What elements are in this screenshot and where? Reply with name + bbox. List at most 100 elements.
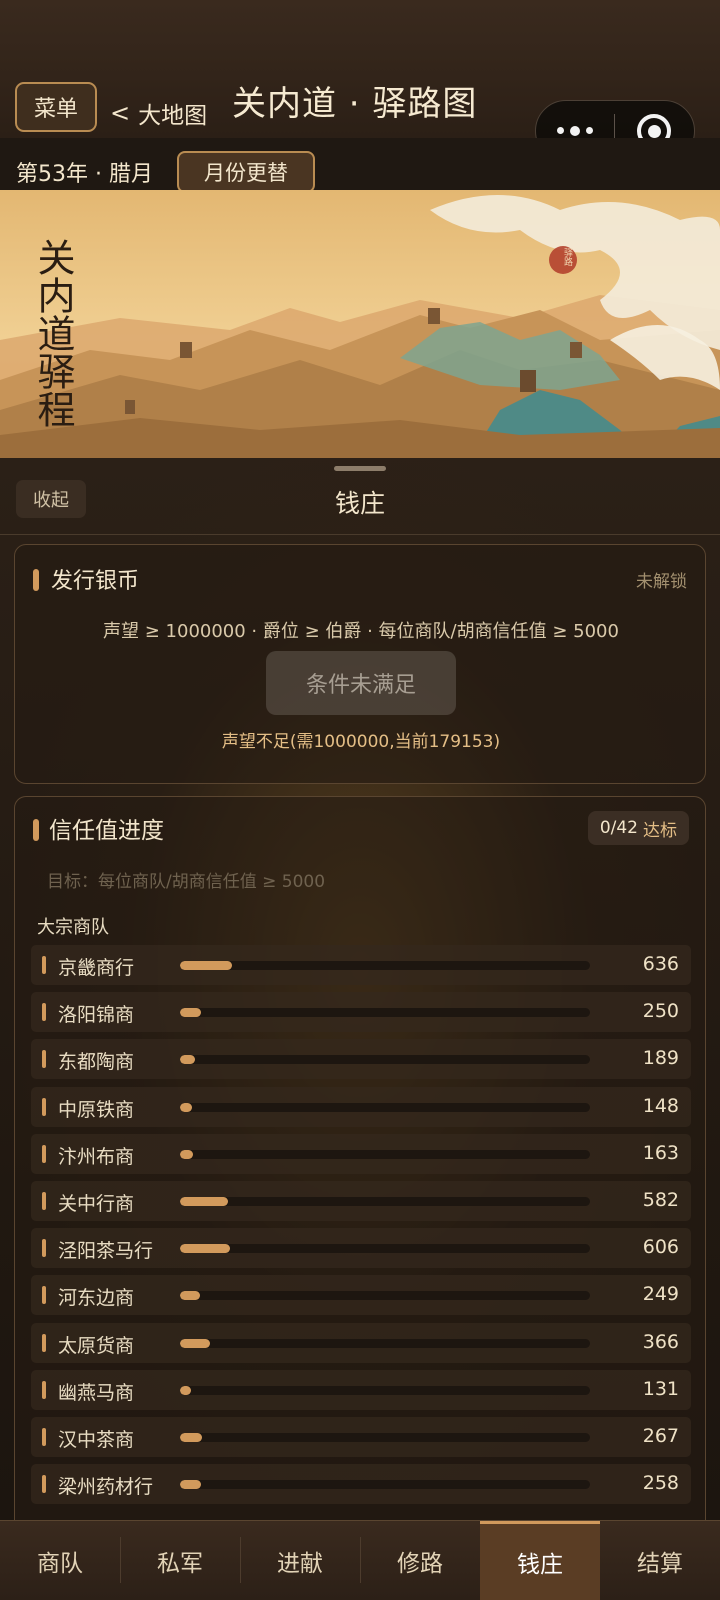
row-marker (42, 1192, 46, 1210)
trust-value: 636 (642, 953, 679, 975)
trust-bar (180, 1008, 590, 1018)
merchant-name: 汉中茶商 (58, 1429, 135, 1451)
tab-1[interactable]: 私军 (120, 1521, 240, 1600)
trust-bar (180, 1055, 590, 1065)
trust-bar-fill (180, 1480, 201, 1490)
merchant-row[interactable]: 中原铁商 148 (31, 1086, 691, 1127)
chevron-left-icon: < (110, 99, 131, 127)
trust-value: 582 (642, 1189, 679, 1211)
back-to-map-link[interactable]: < 大地图 (110, 88, 207, 138)
row-marker (42, 1003, 46, 1022)
trust-value: 606 (642, 1236, 679, 1259)
merchant-name: 幽燕马商 (58, 1381, 135, 1404)
trust-value: 250 (642, 1000, 679, 1023)
trust-value: 258 (642, 1472, 679, 1495)
section-marker (33, 819, 39, 841)
trust-bar-fill (180, 1244, 230, 1254)
region-banner: 关内道驿程 驿路 (0, 190, 720, 458)
trust-goal: 目标：每位商队/胡商信任值 ≥ 5000 (47, 872, 326, 892)
row-marker (42, 1144, 46, 1163)
row-marker (42, 1475, 46, 1494)
menu-button[interactable]: 菜单 (15, 82, 97, 132)
issue-coin-card: 发行银币 未解锁 声望 ≥ 1000000 · 爵位 ≥ 伯爵 · 每位商队/胡… (14, 544, 706, 784)
issue-coin-button[interactable]: 条件未满足 (266, 651, 456, 715)
trust-bar-fill (180, 1197, 228, 1206)
merchant-name: 洛阳锦商 (58, 1004, 135, 1027)
merchant-row[interactable]: 京畿商行 636 (31, 945, 691, 985)
page-title: 关内道 · 驿路图 (232, 84, 478, 124)
panel-divider (0, 534, 720, 535)
row-marker (42, 1286, 46, 1305)
merchant-name: 关中行商 (58, 1193, 135, 1215)
trust-bar-fill (180, 1008, 201, 1018)
merchant-name: 东都陶商 (58, 1051, 135, 1074)
group-label: 大宗商队 (37, 917, 109, 938)
tab-3[interactable]: 修路 (360, 1521, 480, 1600)
row-marker (42, 1380, 46, 1399)
trust-value: 267 (642, 1425, 679, 1447)
merchant-row[interactable]: 洛阳锦商 250 (31, 992, 691, 1033)
row-marker (42, 1239, 46, 1258)
merchant-row[interactable]: 太原货商 366 (31, 1322, 691, 1363)
back-link-label: 大地图 (138, 103, 208, 129)
trust-bar-fill (180, 1149, 193, 1159)
section-marker (33, 569, 39, 591)
trust-bar (180, 1291, 590, 1301)
progress-badge: 0/42 达标 (587, 811, 689, 845)
lock-status: 未解锁 (636, 572, 687, 592)
tab-2[interactable]: 进献 (240, 1521, 360, 1600)
merchant-name: 梁州药材行 (58, 1476, 154, 1499)
row-marker (42, 1428, 46, 1446)
merchant-name: 中原铁商 (58, 1098, 135, 1121)
trust-bar-fill (180, 1291, 200, 1301)
progress-label: 达标 (643, 820, 677, 841)
row-marker (42, 956, 46, 974)
merchant-name: 太原货商 (58, 1334, 135, 1357)
tab-5[interactable]: 结算 (600, 1521, 720, 1600)
row-marker (42, 1050, 46, 1069)
merchant-row[interactable]: 幽燕马商 131 (31, 1369, 691, 1410)
merchant-row[interactable]: 东都陶商 189 (31, 1039, 691, 1080)
trust-value: 163 (642, 1141, 679, 1164)
merchant-row[interactable]: 关中行商 582 (31, 1181, 691, 1221)
panel-title: 钱庄 (334, 489, 385, 518)
trust-bar-fill (180, 961, 232, 970)
row-marker (42, 1097, 46, 1116)
trust-bar (180, 1197, 590, 1206)
tab-0[interactable]: 商队 (0, 1521, 120, 1600)
merchant-row[interactable]: 汴州布商 163 (31, 1133, 691, 1174)
trust-bar-fill (180, 1102, 192, 1112)
merchant-name: 河东边商 (58, 1287, 135, 1310)
trust-value: 131 (642, 1377, 679, 1400)
trust-bar-fill (180, 1055, 195, 1065)
trust-value: 148 (642, 1094, 679, 1117)
tab-4[interactable]: 钱庄 (480, 1521, 600, 1600)
progress-count: 0/42 (599, 818, 638, 838)
trust-progress-card: 信任值进度 0/42 达标 目标：每位商队/胡商信任值 ≥ 5000 大宗商队 … (14, 796, 706, 1526)
bank-panel: 收起 钱庄 发行银币 未解锁 声望 ≥ 1000000 · 爵位 ≥ 伯爵 · … (0, 458, 720, 1526)
merchant-row[interactable]: 河东边商 249 (31, 1275, 691, 1316)
trust-progress-title: 信任值进度 (49, 818, 164, 844)
reputation-warning: 声望不足(需1000000,当前179153) (221, 732, 501, 752)
trust-bar (180, 1149, 590, 1159)
landscape-illustration (0, 190, 720, 458)
merchant-row[interactable]: 泾阳茶马行 606 (31, 1228, 691, 1269)
row-marker (42, 1333, 46, 1352)
unlock-conditions: 声望 ≥ 1000000 · 爵位 ≥ 伯爵 · 每位商队/胡商信任值 ≥ 50… (103, 621, 619, 642)
trust-value: 366 (642, 1330, 679, 1353)
merchant-name: 泾阳茶马行 (58, 1240, 154, 1263)
merchant-row[interactable]: 梁州药材行 258 (31, 1464, 691, 1505)
merchant-row[interactable]: 汉中茶商 267 (31, 1417, 691, 1457)
drag-handle[interactable] (334, 466, 386, 471)
banner-vertical-title: 关内道驿程 (31, 238, 75, 428)
more-icon[interactable] (536, 125, 614, 136)
merchant-name: 汴州布商 (58, 1145, 135, 1168)
advance-month-button[interactable]: 月份更替 (177, 151, 315, 193)
trust-bar (180, 961, 590, 970)
trust-bar (180, 1480, 590, 1490)
trust-bar-fill (180, 1385, 191, 1395)
issue-coin-title: 发行银币 (51, 569, 140, 594)
banner-seal: 驿路 (562, 248, 572, 266)
bottom-tab-bar: 商队 私军 进献 修路 钱庄 结算 (0, 1520, 720, 1600)
merchant-name: 京畿商行 (58, 957, 135, 979)
